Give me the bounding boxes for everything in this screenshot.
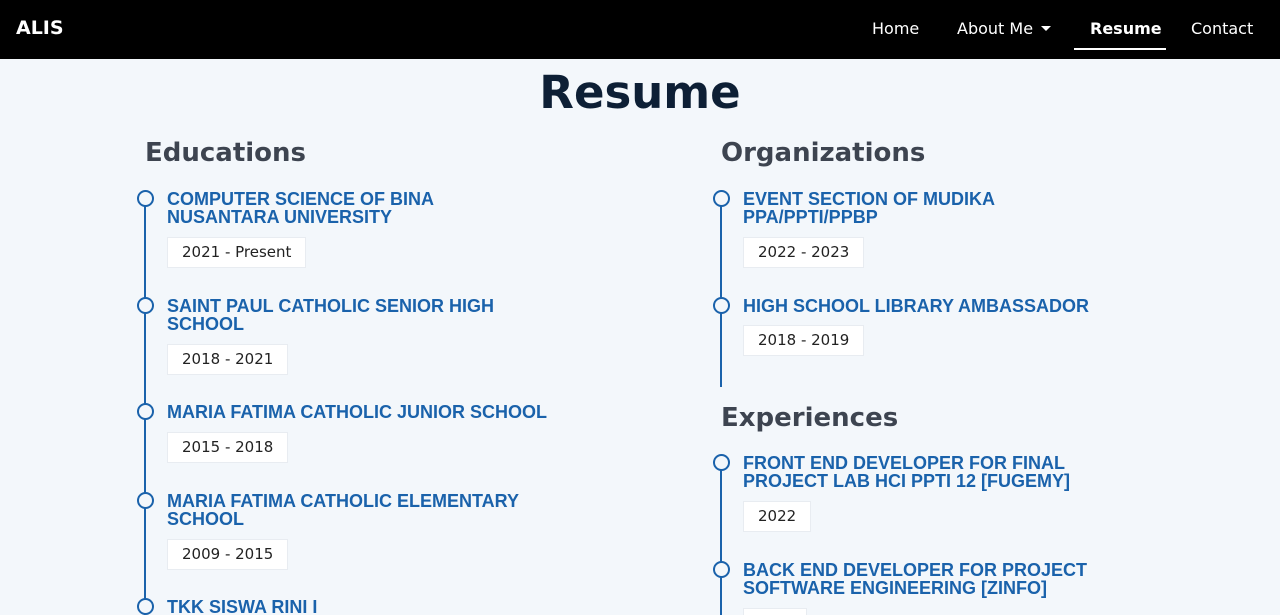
timeline-dot-icon <box>713 297 730 314</box>
education-item-date: 2015 - 2018 <box>167 432 289 463</box>
experience-item-date: 2022 <box>743 501 812 532</box>
timeline-dot-icon <box>713 190 730 207</box>
experience-item-title: FRONT END DEVELOPER FOR FINAL PROJECT LA… <box>743 453 1071 491</box>
educations-heading: Educations <box>145 138 307 168</box>
nav-resume[interactable]: Resume <box>1090 19 1162 38</box>
timeline-dot-icon <box>137 492 154 509</box>
experiences-timeline-line <box>720 462 722 615</box>
nav-about-me-label: About Me <box>957 19 1034 38</box>
organization-item-title: EVENT SECTION OF MUDIKA PPA/PPTI/PPBP <box>743 189 996 227</box>
education-item-title: MARIA FATIMA CATHOLIC JUNIOR SCHOOL <box>167 402 547 422</box>
education-item-date: 2018 - 2021 <box>167 344 289 375</box>
active-nav-indicator <box>1074 48 1166 50</box>
timeline-dot-icon <box>137 403 154 420</box>
experiences-heading: Experiences <box>721 403 899 433</box>
education-item-title: MARIA FATIMA CATHOLIC ELEMENTARY SCHOOL <box>167 491 519 529</box>
chevron-down-icon <box>1041 26 1052 31</box>
page-title: Resume <box>539 66 741 119</box>
navbar: ALIS Home About Me Resume Contact <box>0 0 1280 59</box>
experience-item-title: BACK END DEVELOPER FOR PROJECT SOFTWARE … <box>743 560 1088 598</box>
nav-contact[interactable]: Contact <box>1191 19 1253 38</box>
timeline-dot-icon <box>713 561 730 578</box>
education-item-title: TKK SISWA RINI I <box>167 597 318 615</box>
brand-logo[interactable]: ALIS <box>16 17 64 39</box>
timeline-dot-icon <box>713 454 730 471</box>
organizations-heading: Organizations <box>721 138 926 168</box>
timeline-dot-icon <box>137 598 154 615</box>
organization-item-title: HIGH SCHOOL LIBRARY AMBASSADOR <box>743 296 1090 316</box>
nav-home[interactable]: Home <box>872 19 919 38</box>
education-item-title: COMPUTER SCIENCE OF BINA NUSANTARA UNIVE… <box>167 189 435 227</box>
experience-item-date <box>743 608 807 615</box>
education-item-date: 2021 - Present <box>167 237 307 268</box>
organization-item-date: 2018 - 2019 <box>743 325 865 356</box>
education-item-date: 2009 - 2015 <box>167 539 289 570</box>
organization-item-date: 2022 - 2023 <box>743 237 865 268</box>
timeline-dot-icon <box>137 297 154 314</box>
education-item-title: SAINT PAUL CATHOLIC SENIOR HIGH SCHOOL <box>167 296 495 334</box>
timeline-dot-icon <box>137 190 154 207</box>
organizations-timeline-line <box>720 198 722 387</box>
nav-about-me[interactable]: About Me <box>957 19 1052 38</box>
